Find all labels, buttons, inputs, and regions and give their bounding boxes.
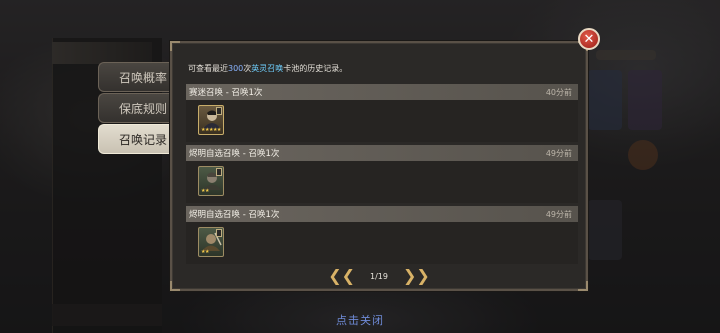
star-rating: ★★ bbox=[201, 249, 209, 255]
class-badge-icon bbox=[216, 229, 222, 237]
class-badge-icon bbox=[216, 168, 222, 176]
record-body bbox=[186, 100, 578, 142]
star-rating: ★★ bbox=[201, 188, 209, 194]
close-icon: ✕ bbox=[583, 31, 595, 47]
record-header: 烬明自选召唤 - 召唤1次 49分前 bbox=[186, 206, 578, 222]
record-time: 49分前 bbox=[545, 148, 572, 158]
record-header: 烬明自选召唤 - 召唤1次 49分前 bbox=[186, 145, 578, 161]
hero-card[interactable]: ★★★★★ bbox=[198, 105, 224, 135]
hero-card[interactable]: ★★ bbox=[198, 166, 224, 196]
note-prefix: 可查看最近 bbox=[188, 64, 228, 73]
record-body bbox=[186, 222, 578, 264]
hero-card[interactable]: ★★ bbox=[198, 227, 224, 257]
star-rating: ★★★★★ bbox=[201, 127, 221, 133]
record-time: 49分前 bbox=[545, 209, 572, 219]
tab-label: 召唤概率 bbox=[119, 70, 168, 85]
double-chevron-left-icon[interactable]: ❮❮ bbox=[328, 268, 355, 284]
record-title: 烬明自选召唤 - 召唤1次 bbox=[189, 149, 280, 159]
summon-history-dialog: 可查看最近300次英灵召唤卡池的历史记录。 赛迷召唤 - 召唤1次 40分前 ★… bbox=[170, 41, 588, 291]
history-record: 赛迷召唤 - 召唤1次 40分前 ★★★★★ bbox=[186, 84, 578, 142]
record-header: 赛迷召唤 - 召唤1次 40分前 bbox=[186, 84, 578, 100]
history-record: 烬明自选召唤 - 召唤1次 49分前 ★★ bbox=[186, 145, 578, 203]
pagination: ❮❮ 1/19 ❯❯ bbox=[172, 267, 586, 285]
note-suffix: 卡池的历史记录。 bbox=[283, 64, 348, 73]
note-pool-name: 英灵召唤 bbox=[251, 64, 284, 73]
page-indicator: 1/19 bbox=[370, 271, 388, 281]
record-time: 40分前 bbox=[545, 87, 572, 97]
class-badge-icon bbox=[216, 107, 222, 115]
tap-to-close-hint[interactable]: 点击关闭 bbox=[0, 312, 720, 328]
history-note: 可查看最近300次英灵召唤卡池的历史记录。 bbox=[188, 63, 347, 74]
double-chevron-right-icon[interactable]: ❯❯ bbox=[403, 268, 430, 284]
frame-corner bbox=[170, 41, 180, 51]
note-count: 300 bbox=[228, 64, 244, 73]
tab-label: 保底规则 bbox=[119, 101, 168, 116]
history-record: 烬明自选召唤 - 召唤1次 49分前 ★★ bbox=[186, 206, 578, 264]
record-body bbox=[186, 161, 578, 203]
history-list[interactable]: 赛迷召唤 - 召唤1次 40分前 ★★★★★ 烬明自选召唤 - 召唤1次 49分… bbox=[186, 84, 578, 264]
record-title: 烬明自选召唤 - 召唤1次 bbox=[189, 210, 280, 220]
record-title: 赛迷召唤 - 召唤1次 bbox=[189, 88, 263, 98]
close-button[interactable]: ✕ bbox=[578, 28, 600, 50]
tab-label: 召唤记录 bbox=[119, 132, 168, 147]
